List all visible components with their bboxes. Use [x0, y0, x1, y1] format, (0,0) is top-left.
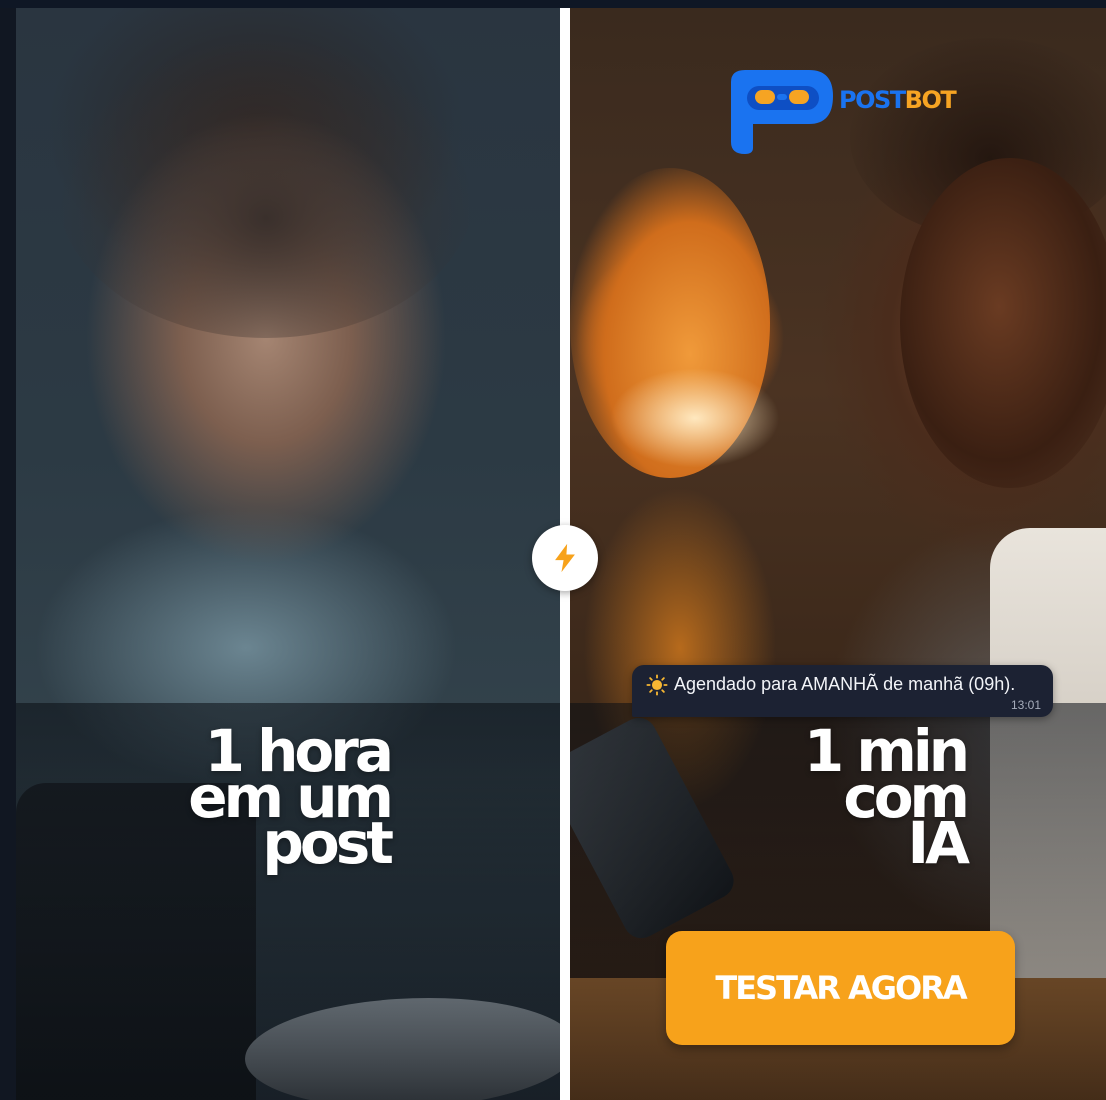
left-headline: 1 hora em um post	[176, 722, 394, 872]
chat-message-time: 13:01	[1010, 698, 1041, 712]
postbot-logo: POSTBOT	[725, 68, 965, 156]
top-edge	[0, 0, 1106, 8]
brand-name-part2: BOT	[904, 86, 957, 114]
lamp-glow	[610, 368, 780, 468]
lightning-badge	[532, 525, 598, 591]
ad-canvas: POSTBOT Agendado para AMANHÃ de manhã (0…	[0, 0, 1106, 1100]
brand-name: POSTBOT	[839, 86, 957, 114]
stressed-man-photo-hair	[56, 38, 476, 338]
test-now-button-label: TESTAR AGORA	[715, 969, 967, 1007]
smiling-man-photo-face	[900, 158, 1106, 488]
robot-p-logo-icon	[731, 70, 833, 154]
brand-name-part1: POST	[839, 86, 906, 114]
lightning-icon	[555, 543, 575, 573]
sun-icon	[646, 674, 668, 696]
test-now-button[interactable]: TESTAR AGORA	[666, 931, 1015, 1045]
right-headline: 1 min com IA	[760, 722, 970, 872]
chat-message-text: Agendado para AMANHÃ de manhã (09h).	[674, 674, 1016, 694]
chat-message-bubble: Agendado para AMANHÃ de manhã (09h). 13:…	[632, 665, 1053, 717]
